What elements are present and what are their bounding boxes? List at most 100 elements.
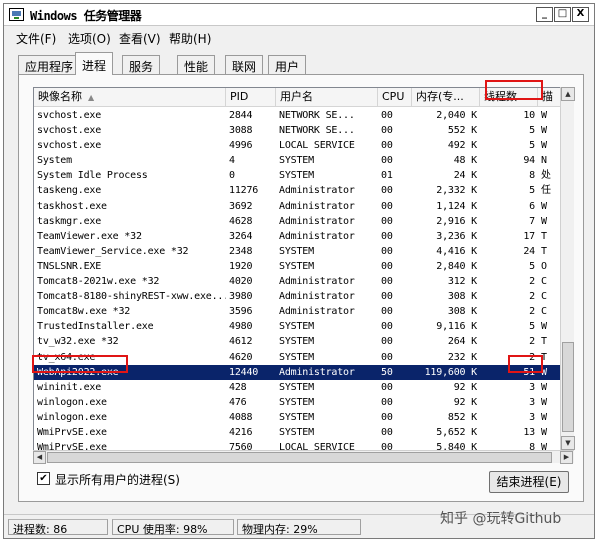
close-button[interactable]: X xyxy=(572,7,589,22)
scroll-down-icon[interactable]: ▼ xyxy=(561,436,575,450)
cell-user-name: SYSTEM xyxy=(279,336,314,348)
menu-help[interactable]: 帮助(H) xyxy=(169,30,211,47)
menu-file[interactable]: 文件(F) xyxy=(16,30,56,47)
cell-threads: 5 xyxy=(529,185,535,197)
vertical-scroll-thumb[interactable] xyxy=(562,342,574,432)
watermark-text: 知乎 @玩转Github xyxy=(440,511,562,527)
table-row[interactable]: System Idle Process 0 SYSTEM 01 24 K8处 xyxy=(34,168,569,183)
cell-memory: 264 K xyxy=(447,336,477,348)
task-manager-app-icon xyxy=(9,8,24,21)
table-row[interactable]: wininit.exe 428 SYSTEM 00 92 K3W xyxy=(34,380,569,395)
table-row-selected[interactable]: WebApi2022.exe 12440 Administrator 50 119,60… xyxy=(34,364,569,380)
scroll-left-icon[interactable]: ◀ xyxy=(33,451,46,464)
cell-memory: 3,236 K xyxy=(436,230,477,242)
table-row[interactable]: Tomcat8w.exe *32 3596 Administrator 00 308 K… xyxy=(34,304,569,319)
table-row[interactable]: svchost.exe 4996 LOCAL SERVICE 00 492 K5W xyxy=(34,138,569,153)
minimize-button[interactable]: _ xyxy=(536,7,553,22)
tab-networking[interactable]: 联网 xyxy=(225,55,264,74)
status-process-count: 进程数: 86 xyxy=(8,519,108,536)
horizontal-scrollbar[interactable]: ◀ ▶ xyxy=(33,450,574,464)
horizontal-scroll-thumb[interactable] xyxy=(47,452,552,463)
cell-image-name: taskeng.exe xyxy=(37,185,102,197)
end-process-button[interactable]: 结束进程(E) xyxy=(489,471,569,493)
table-row[interactable]: tv_x64.exe 4620 SYSTEM 00 232 K2T xyxy=(34,350,569,365)
menu-view[interactable]: 查看(V) xyxy=(119,30,161,47)
menu-options[interactable]: 选项(O) xyxy=(68,30,111,47)
table-row[interactable]: TrustedInstaller.exe 4980 SYSTEM 00 9,116 K 5… xyxy=(34,319,569,334)
table-row[interactable]: TNSLSNR.EXE 1920 SYSTEM 00 2,840 K5O xyxy=(34,259,569,274)
table-row[interactable]: TeamViewer.exe *32 3264 Administrator 00 3,2… xyxy=(34,229,569,244)
scroll-up-icon[interactable]: ▲ xyxy=(561,87,575,101)
cell-threads: 5 xyxy=(529,260,535,272)
status-physical-memory: 物理内存: 29% xyxy=(237,519,361,536)
cell-memory: 2,840 K xyxy=(436,260,477,272)
table-row[interactable]: winlogon.exe 4088 SYSTEM 00 852 K3W xyxy=(34,410,569,425)
cell-user-name: NETWORK SE... xyxy=(279,125,355,137)
cell-pid: 0 xyxy=(229,170,235,182)
column-threads[interactable]: 线程数 xyxy=(480,88,538,107)
cell-pid: 4996 xyxy=(229,140,253,152)
cell-image-name: svchost.exe xyxy=(37,125,102,137)
table-row[interactable]: WmiPrvSE.exe 4216 SYSTEM 00 5,652 K 13 W xyxy=(34,425,569,440)
table-row[interactable]: taskeng.exe 11276 Administrator 00 2,332 K5任 xyxy=(34,183,569,198)
table-row[interactable]: System 4 SYSTEM 00 48 K 94 N xyxy=(34,153,569,168)
cell-user-name: Administrator xyxy=(279,366,355,378)
cell-memory: 2,040 K xyxy=(436,110,477,121)
cell-image-name: svchost.exe xyxy=(37,140,102,152)
cell-threads: 5 xyxy=(529,125,535,137)
cell-image-name: Tomcat8-8180-shinyREST-xww.exe... xyxy=(37,291,226,303)
tab-performance[interactable]: 性能 xyxy=(177,55,216,74)
table-row[interactable]: TeamViewer_Service.exe *32 2348 SYSTEM 00 4,… xyxy=(34,244,569,259)
cell-image-name: Tomcat8w.exe *32 xyxy=(37,306,131,318)
title-bar[interactable]: Windows 任务管理器 _ □ X xyxy=(4,4,594,26)
table-row[interactable]: tv_w32.exe *32 4612 SYSTEM 00 264 K2T xyxy=(34,334,569,349)
tab-applications[interactable]: 应用程序 xyxy=(18,55,81,74)
show-all-users-checkbox[interactable]: ✔ xyxy=(37,472,50,485)
table-row[interactable]: taskmgr.exe 4628 Administrator 00 2,916 K7W xyxy=(34,214,569,229)
column-cpu[interactable]: CPU xyxy=(378,88,412,107)
cell-user-name: SYSTEM xyxy=(279,396,314,408)
cell-pid: 2348 xyxy=(229,245,253,257)
cell-cpu: 00 xyxy=(381,351,393,363)
process-list[interactable]: 映像名称 ▲ PID 用户名 CPU 内存(专... 线程数 描 svchost.… xyxy=(33,87,570,463)
cell-user-name: SYSTEM xyxy=(279,351,314,363)
cell-pid: 4980 xyxy=(229,321,253,333)
table-row[interactable]: taskhost.exe 3692 Administrator 00 1,124 K6W xyxy=(34,199,569,214)
tab-processes[interactable]: 进程 xyxy=(75,52,114,75)
table-row[interactable]: svchost.exe 3088 NETWORK SE... 00 552 K5W xyxy=(34,123,569,138)
tab-users[interactable]: 用户 xyxy=(268,55,307,74)
cell-cpu: 00 xyxy=(381,155,393,167)
tab-services[interactable]: 服务 xyxy=(122,55,161,74)
cell-image-name: winlogon.exe xyxy=(37,396,107,408)
cell-threads: 2 xyxy=(529,336,535,348)
cell-pid: 3980 xyxy=(229,291,253,303)
cell-user-name: SYSTEM xyxy=(279,170,314,182)
scroll-right-icon[interactable]: ▶ xyxy=(560,451,573,464)
cell-memory: 92 K xyxy=(453,381,477,393)
cell-pid: 3264 xyxy=(229,230,253,242)
column-image-name[interactable]: 映像名称 ▲ xyxy=(34,88,226,107)
show-all-users-label[interactable]: 显示所有用户的进程(S) xyxy=(55,471,180,488)
cell-threads: 3 xyxy=(529,396,535,408)
table-row[interactable]: Tomcat8-8180-shinyREST-xww.exe... 3980 Adm… xyxy=(34,289,569,304)
table-row[interactable]: svchost.exe 2844 NETWORK SE... 00 2,040 K 10 W xyxy=(34,108,569,123)
cell-image-name: WmiPrvSE.exe xyxy=(37,426,107,438)
cell-memory: 232 K xyxy=(447,351,477,363)
table-row[interactable]: winlogon.exe 476 SYSTEM 00 92 K3W xyxy=(34,395,569,410)
column-user-name[interactable]: 用户名 xyxy=(276,88,378,107)
cell-user-name: SYSTEM xyxy=(279,411,314,423)
cell-image-name: svchost.exe xyxy=(37,110,102,121)
maximize-button[interactable]: □ xyxy=(554,7,571,22)
cell-image-name: TNSLSNR.EXE xyxy=(37,260,102,272)
tab-strip: 应用程序 进程 服务 性能 联网 用户 xyxy=(18,52,588,75)
cell-image-name: TrustedInstaller.exe xyxy=(37,321,154,333)
column-memory[interactable]: 内存(专... xyxy=(412,88,480,107)
cell-user-name: Administrator xyxy=(279,306,355,318)
column-pid[interactable]: PID xyxy=(226,88,276,107)
vertical-scrollbar[interactable]: ▲ ▼ xyxy=(560,87,575,450)
cell-memory: 852 K xyxy=(447,411,477,423)
table-row[interactable]: Tomcat8-2021w.exe *32 4020 Administrator 00… xyxy=(34,274,569,289)
cell-cpu: 00 xyxy=(381,381,393,393)
cell-cpu: 00 xyxy=(381,200,393,212)
cell-threads: 24 xyxy=(523,245,535,257)
